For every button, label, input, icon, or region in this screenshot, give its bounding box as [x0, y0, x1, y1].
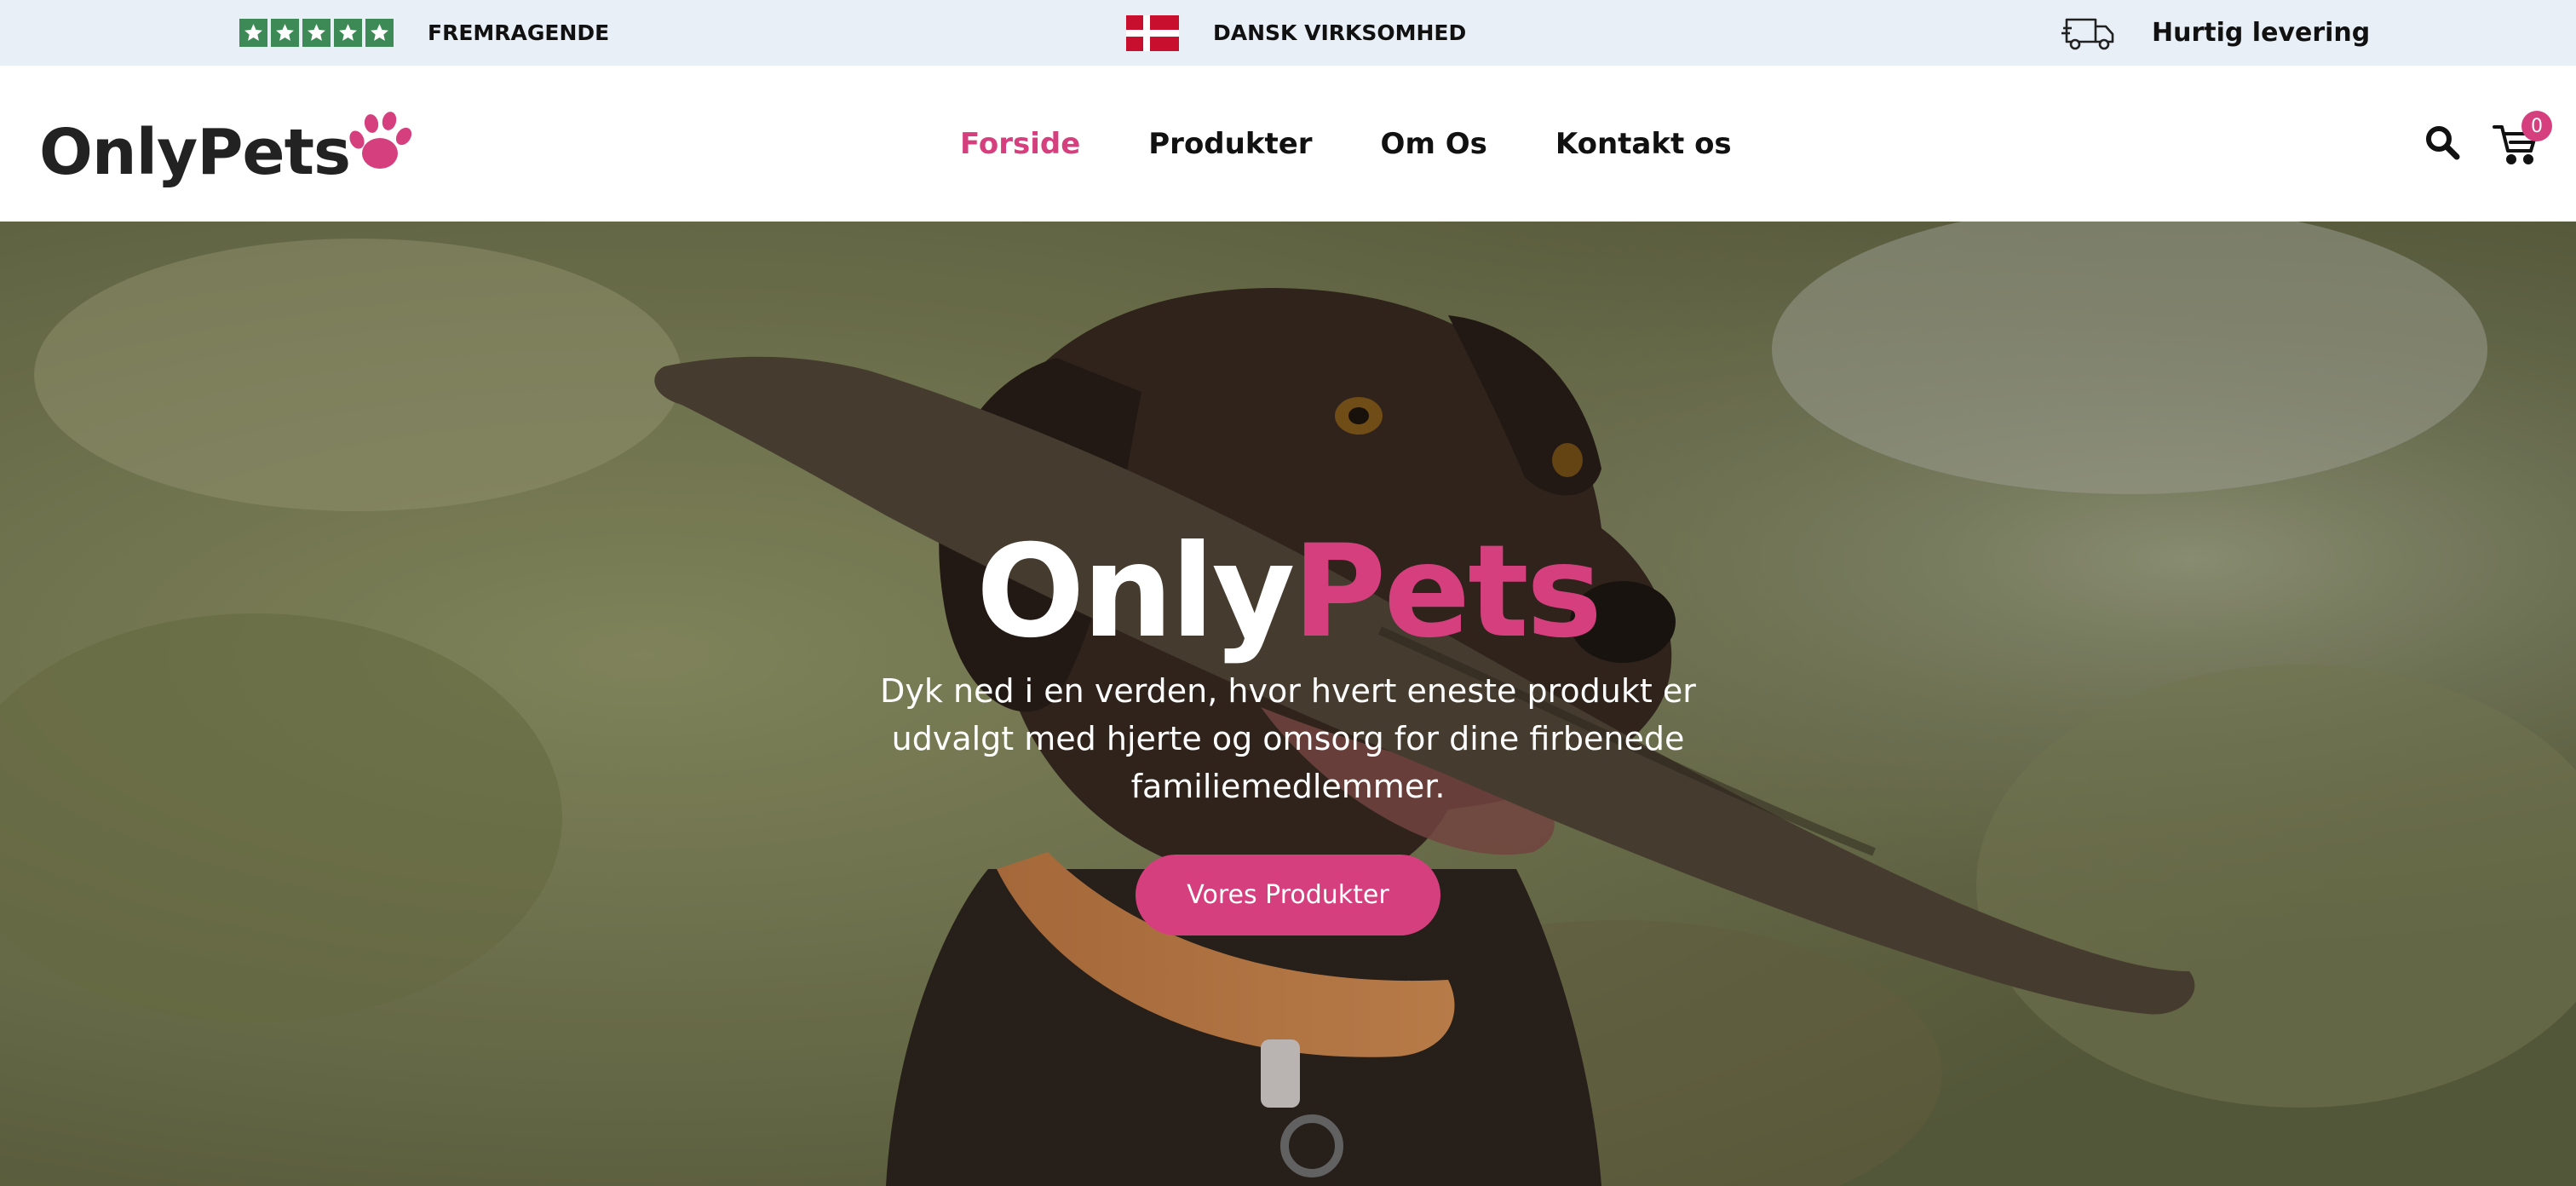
danish-company-badge: DANSK VIRKSOMHED [1126, 0, 1466, 66]
cart-count-badge: 0 [2521, 111, 2552, 141]
nav-item-produkter[interactable]: Produkter [1148, 127, 1312, 161]
star-icon [334, 19, 362, 47]
delivery-truck-icon [2061, 18, 2114, 49]
star-icon [365, 19, 394, 47]
products-cta-button[interactable]: Vores Produkter [1136, 855, 1440, 936]
hero-content: OnlyPets Dyk ned i en verden, hvor hvert… [0, 222, 2576, 1186]
danish-company-label: DANSK VIRKSOMHED [1213, 20, 1467, 45]
star-icon [302, 19, 331, 47]
search-icon[interactable] [2424, 124, 2461, 161]
hero-title-pets: Pets [1292, 518, 1602, 666]
hero-title: OnlyPets [0, 528, 2576, 656]
main-nav: Forside Produkter Om Os Kontakt os [960, 66, 1732, 222]
paw-icon [349, 112, 412, 169]
top-info-bar: FREMRAGENDE DANSK VIRKSOMHED Hurtig leve… [0, 0, 2576, 66]
hero-subtitle: Dyk ned i en verden, hvor hvert eneste p… [880, 672, 1696, 805]
delivery-label: Hurtig levering [2152, 18, 2371, 48]
nav-item-om-os[interactable]: Om Os [1381, 127, 1487, 161]
danish-flag-icon [1126, 14, 1179, 51]
delivery-badge: Hurtig levering [2061, 0, 2370, 66]
star-rating [239, 19, 394, 47]
nav-item-forside[interactable]: Forside [960, 127, 1080, 161]
star-icon [271, 19, 299, 47]
hero-section: OnlyPets Dyk ned i en verden, hvor hvert… [0, 222, 2576, 1186]
hero-title-only: Only [975, 518, 1295, 666]
rating-label: FREMRAGENDE [428, 20, 610, 45]
rating-badge: FREMRAGENDE [239, 0, 609, 66]
star-icon [239, 19, 267, 47]
logo-text: OnlyPets [39, 116, 351, 189]
nav-item-kontakt-os[interactable]: Kontakt os [1555, 127, 1732, 161]
site-header: OnlyPets Forside Produkter Om Os Kontakt… [0, 66, 2576, 222]
